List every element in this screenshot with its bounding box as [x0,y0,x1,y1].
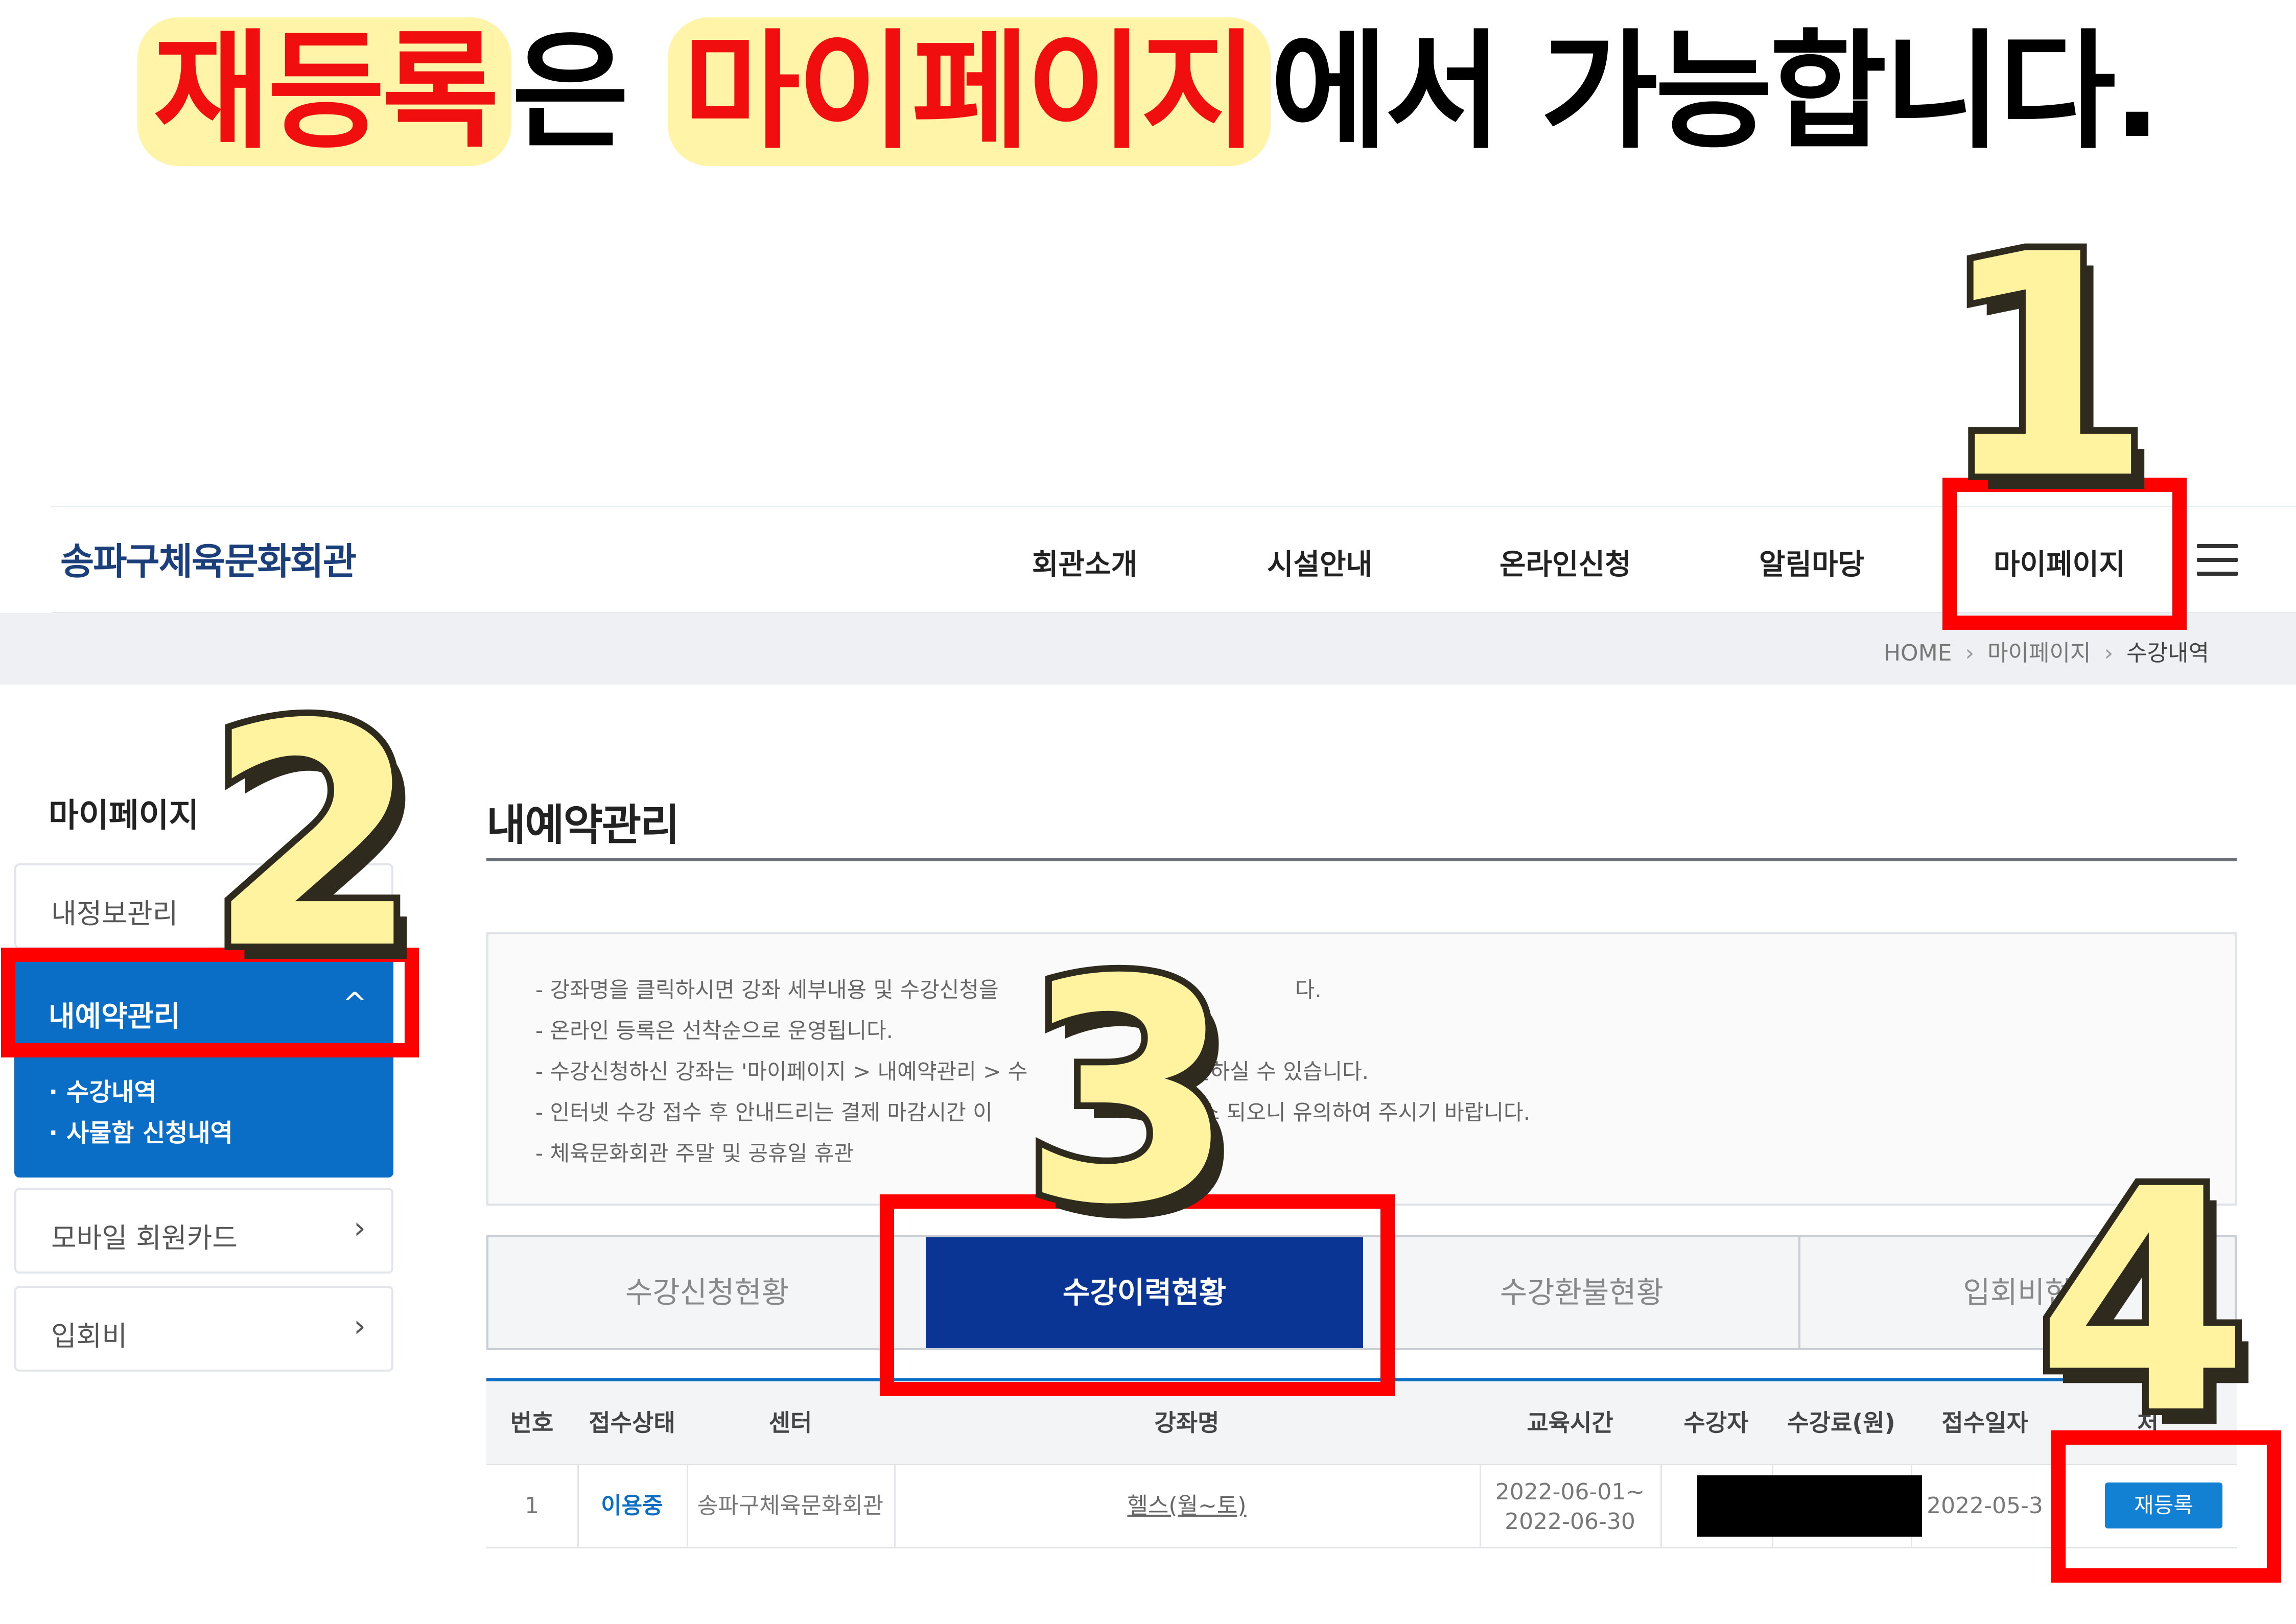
tab-registration-status[interactable]: 수강신청현황 [488,1237,926,1348]
headline-highlight-reregister: 재등록 [137,17,512,166]
chevron-right-icon: › [354,1210,366,1246]
breadcrumb-separator-icon: › [2104,640,2114,666]
step-number-3: 3 [1015,914,1242,1272]
cell-course-link[interactable]: 헬스(월~토) [894,1465,1480,1547]
sidebar-item-entrance-fee[interactable]: 입회비 › [14,1286,393,1372]
breadcrumb-mypage[interactable]: 마이페이지 [1987,640,2091,666]
headline: 재등록 은 마이페이지 에서 가능합니다. [0,15,2296,169]
cell-period: 2022-06-01~ 2022-06-30 [1495,1479,1645,1535]
headline-text-2: 에서 가능합니다. [1270,17,2162,166]
notice-box: - 강좌명을 클릭하시면 강좌 세부내용 및 수강신청을 다. - 온라인 등록은… [486,932,2237,1206]
nav-about[interactable]: 회관소개 [1032,542,1137,583]
sidebar-item-mobile-card[interactable]: 모바일 회원카드 › [14,1188,393,1274]
redacted-student-name [1697,1475,1922,1537]
th-status: 접수상태 [589,1409,675,1437]
nav-online-apply[interactable]: 온라인신청 [1500,542,1631,583]
nav-facilities[interactable]: 시설안내 [1267,542,1372,583]
site-logo[interactable]: 송파구체육문화회관 [60,531,357,585]
sidebar-title: 마이페이지 [49,797,199,835]
sidebar-item-label: 입회비 [51,1320,128,1352]
sidebar-subitem-class-history[interactable]: · 수강내역 [49,1072,157,1108]
notice-line: - 체육문화회관 주말 및 공휴일 휴관 [535,1141,854,1166]
sidebar-subitem-locker-history[interactable]: · 사물함 신청내역 [49,1113,233,1148]
tab-refund-status[interactable]: 수강환불현황 [1363,1237,1800,1348]
cell-number: 1 [525,1493,539,1519]
chevron-right-icon: › [354,1308,366,1344]
step-number-4: 4 [2029,1124,2256,1481]
page-title: 내예약관리 [486,800,680,850]
headline-highlight-mypage: 마이페이지 [667,17,1271,166]
breadcrumb: HOME › 마이페이지 › 수강내역 [1884,634,2209,667]
title-divider [486,858,2237,861]
table-row: 1 이용중 송파구체육문화회관 헬스(월~토) 2022-06-01~ 2022-… [486,1465,2237,1548]
notice-line: - 온라인 등록은 선착순으로 운영됩니다. [535,1018,894,1043]
breadcrumb-home[interactable]: HOME [1884,640,1952,666]
notice-line: - 수강신청하신 강좌는 '마이페이지 > 내예약관리 > 수 확인하실 수 있습… [535,1059,1369,1084]
th-center: 센터 [768,1409,812,1437]
th-period: 교육시간 [1527,1409,1613,1437]
sidebar-item-label: 내정보관리 [51,898,178,930]
breadcrumb-separator-icon: › [1965,640,1975,666]
step-number-2: 2 [200,659,427,1016]
sidebar-item-label: 모바일 회원카드 [51,1222,238,1254]
cell-center: 송파구체육문화회관 [697,1493,884,1519]
th-fee: 수강료(원) [1787,1409,1895,1437]
breadcrumb-current: 수강내역 [2126,640,2209,666]
headline-text-1: 은 [511,17,668,166]
cell-status: 이용중 [601,1493,663,1519]
step-number-1: 1 [1932,189,2159,546]
hamburger-icon[interactable] [2197,544,2238,577]
th-number: 번호 [510,1409,554,1437]
nav-notice[interactable]: 알림마당 [1759,542,1864,583]
column-divider [1660,1465,1662,1547]
th-student: 수강자 [1683,1409,1749,1437]
